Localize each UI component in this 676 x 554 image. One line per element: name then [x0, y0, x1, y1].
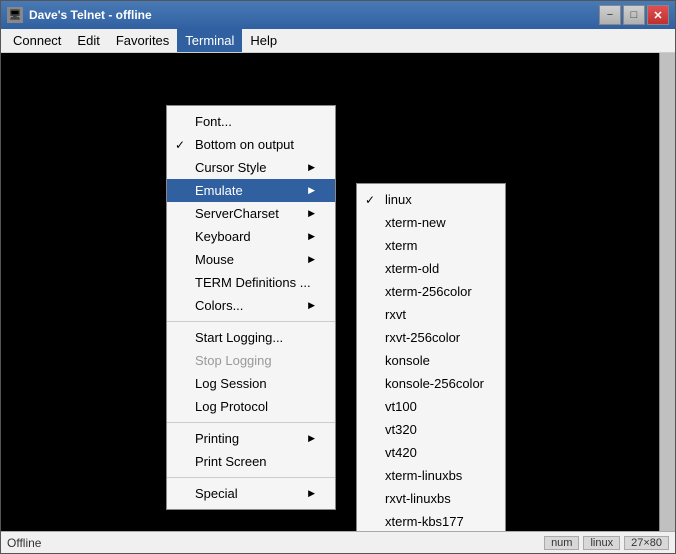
statusbar: Offline num linux 27×80 — [1, 531, 675, 553]
emulate-xterm-new[interactable]: xterm-new — [357, 211, 505, 234]
menu-item-special[interactable]: Special — [167, 482, 335, 505]
menu-item-servercharset[interactable]: ServerCharset — [167, 202, 335, 225]
maximize-button[interactable]: □ — [623, 5, 645, 25]
menu-item-cursor-style[interactable]: Cursor Style — [167, 156, 335, 179]
window-title: Dave's Telnet - offline — [29, 8, 593, 22]
menu-item-log-session[interactable]: Log Session — [167, 372, 335, 395]
emulate-vt420[interactable]: vt420 — [357, 441, 505, 464]
menu-item-stop-logging: Stop Logging — [167, 349, 335, 372]
menu-favorites[interactable]: Favorites — [108, 29, 177, 52]
emulate-vt320[interactable]: vt320 — [357, 418, 505, 441]
separator-1 — [167, 321, 335, 322]
menu-item-colors[interactable]: Colors... — [167, 294, 335, 317]
emulate-xterm-256color[interactable]: xterm-256color — [357, 280, 505, 303]
menu-edit[interactable]: Edit — [69, 29, 107, 52]
menu-terminal[interactable]: Terminal — [177, 29, 242, 52]
terminal-dropdown: Font... Bottom on output Cursor Style Em… — [166, 105, 336, 510]
emulate-rxvt-256color[interactable]: rxvt-256color — [357, 326, 505, 349]
menu-item-emulate[interactable]: Emulate — [167, 179, 335, 202]
emulate-xterm-linuxbs[interactable]: xterm-linuxbs — [357, 464, 505, 487]
menu-item-term-definitions[interactable]: TERM Definitions ... — [167, 271, 335, 294]
menu-item-mouse[interactable]: Mouse — [167, 248, 335, 271]
menu-item-font[interactable]: Font... — [167, 110, 335, 133]
separator-2 — [167, 422, 335, 423]
window-controls: − □ ✕ — [599, 5, 669, 25]
status-badge-linux: linux — [583, 536, 620, 550]
separator-3 — [167, 477, 335, 478]
minimize-button[interactable]: − — [599, 5, 621, 25]
close-button[interactable]: ✕ — [647, 5, 669, 25]
menu-help[interactable]: Help — [242, 29, 285, 52]
menu-item-printing[interactable]: Printing — [167, 427, 335, 450]
emulate-konsole-256color[interactable]: konsole-256color — [357, 372, 505, 395]
terminal-area: Font... Bottom on output Cursor Style Em… — [1, 53, 675, 531]
emulate-linux[interactable]: linux — [357, 188, 505, 211]
title-bar: 🖥 Dave's Telnet - offline − □ ✕ — [1, 1, 675, 29]
status-badge-num: num — [544, 536, 579, 550]
emulate-vt100[interactable]: vt100 — [357, 395, 505, 418]
scrollbar[interactable] — [659, 53, 675, 531]
emulate-submenu-container: linux xterm-new xterm xterm-old xterm-25… — [356, 183, 506, 531]
status-badges: num linux 27×80 — [544, 536, 669, 550]
menu-item-print-screen[interactable]: Print Screen — [167, 450, 335, 473]
emulate-xterm-old[interactable]: xterm-old — [357, 257, 505, 280]
menubar: Connect Edit Favorites Terminal Help — [1, 29, 675, 53]
status-badge-size: 27×80 — [624, 536, 669, 550]
menu-item-log-protocol[interactable]: Log Protocol — [167, 395, 335, 418]
menu-item-start-logging[interactable]: Start Logging... — [167, 326, 335, 349]
emulate-rxvt[interactable]: rxvt — [357, 303, 505, 326]
terminal-menu: Font... Bottom on output Cursor Style Em… — [166, 105, 336, 510]
menu-item-bottom-on-output[interactable]: Bottom on output — [167, 133, 335, 156]
menu-item-keyboard[interactable]: Keyboard — [167, 225, 335, 248]
emulate-submenu: linux xterm-new xterm xterm-old xterm-25… — [356, 183, 506, 531]
emulate-xterm-kbs177[interactable]: xterm-kbs177 — [357, 510, 505, 531]
emulate-konsole[interactable]: konsole — [357, 349, 505, 372]
emulate-rxvt-linuxbs[interactable]: rxvt-linuxbs — [357, 487, 505, 510]
window-icon: 🖥 — [7, 7, 23, 23]
emulate-xterm[interactable]: xterm — [357, 234, 505, 257]
menu-connect[interactable]: Connect — [5, 29, 69, 52]
main-window: 🖥 Dave's Telnet - offline − □ ✕ Connect … — [0, 0, 676, 554]
status-text: Offline — [7, 536, 41, 550]
